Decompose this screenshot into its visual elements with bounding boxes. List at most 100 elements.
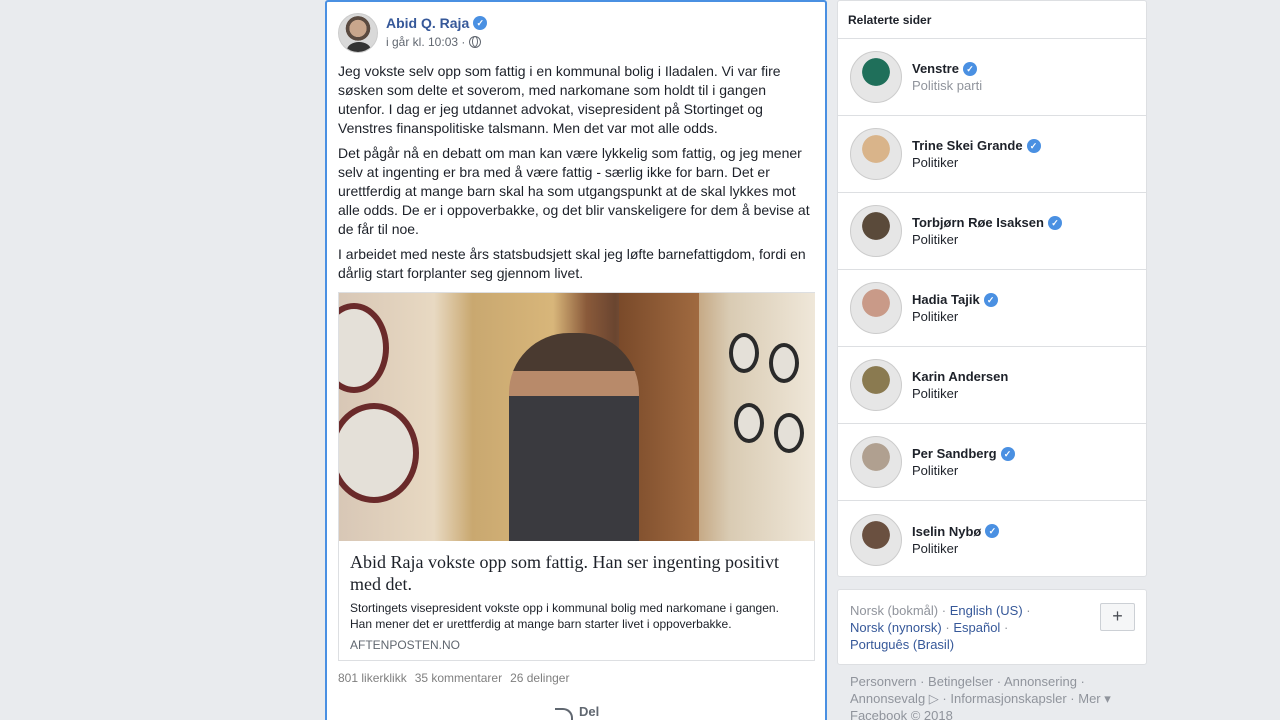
link-domain: AFTENPOSTEN.NO [350, 638, 461, 652]
footer-link[interactable]: Personvern [850, 674, 916, 689]
portrait-frame [774, 413, 804, 453]
related-page-category: Politiker [912, 540, 959, 556]
verified-badge-icon: ✓ [962, 61, 977, 76]
shares-count[interactable]: 26 delinger [510, 671, 569, 685]
related-page-name-row: Hadia Tajik ✓ [912, 291, 998, 308]
related-page-category: Politiker [912, 232, 959, 247]
related-page-item[interactable]: Karin Andersen Politiker [838, 347, 1146, 424]
footer-link[interactable]: Informasjonskapsler [950, 691, 1066, 706]
related-page-item[interactable]: Venstre ✓ Politisk parti [838, 39, 1146, 116]
related-page-item[interactable]: Hadia Tajik ✓ Politiker [838, 270, 1146, 347]
portrait-frame [734, 403, 764, 443]
post-timestamp-row: i går kl. 10:03 · [386, 35, 487, 49]
related-page-avatar[interactable] [850, 282, 902, 334]
likes-count[interactable]: 801 likerklikk [338, 671, 407, 685]
add-language-button[interactable]: + [1100, 603, 1135, 631]
related-page-text: Karin Andersen Politiker [912, 368, 1008, 402]
share-button[interactable]: Del [555, 704, 600, 720]
verified-badge-icon: ✓ [1047, 215, 1062, 230]
related-page-name-row: Trine Skei Grande ✓ [912, 137, 1041, 154]
language-link[interactable]: English (US) [950, 603, 1023, 618]
related-pages-panel: Relaterte sider Venstre ✓ Politisk parti Tr… [837, 0, 1147, 577]
footer-link[interactable]: Betingelser [928, 674, 993, 689]
related-page-text: Torbjørn Røe Isaksen ✓ Politiker [912, 214, 1062, 248]
related-page-text: Iselin Nybø ✓ Politiker [912, 523, 1000, 557]
related-page-item[interactable]: Torbjørn Røe Isaksen ✓ Politiker [838, 193, 1146, 270]
related-page-name[interactable]: Venstre [912, 60, 959, 77]
related-page-item[interactable]: Iselin Nybø ✓ Politiker [838, 501, 1146, 578]
verified-badge-icon: ✓ [985, 524, 1000, 538]
related-page-name-row: Torbjørn Røe Isaksen ✓ [912, 214, 1062, 231]
related-page-item[interactable]: Trine Skei Grande ✓ Politiker [838, 116, 1146, 193]
post-card: Abid Q. Raja ✓ i går kl. 10:03 · Jeg vok… [325, 0, 827, 720]
related-page-name[interactable]: Torbjørn Røe Isaksen [912, 214, 1044, 231]
globe-icon [469, 36, 482, 48]
related-page-name[interactable]: Iselin Nybø [912, 523, 981, 540]
language-link[interactable]: Norsk (nynorsk) [850, 620, 942, 635]
related-page-text: Per Sandberg ✓ Politiker [912, 445, 1015, 479]
link-description: Stortingets visepresident vokste opp i k… [350, 601, 779, 631]
related-page-avatar[interactable] [850, 205, 902, 257]
link-preview-image[interactable] [339, 293, 815, 541]
share-icon [555, 707, 573, 720]
portrait-frame [769, 343, 799, 383]
related-page-category: Politisk parti [912, 78, 983, 93]
author-avatar[interactable] [338, 13, 378, 53]
verified-badge-icon: ✓ [1000, 446, 1015, 461]
verified-badge-icon: ✓ [1026, 138, 1041, 153]
related-page-name-row: Iselin Nybø ✓ [912, 523, 1000, 540]
copyright: Facebook © 2018 [850, 708, 953, 720]
link-title[interactable]: Abid Raja vokste opp som fattig. Han ser… [350, 551, 803, 595]
footer-link[interactable]: Annonsering [1004, 674, 1077, 689]
related-pages-list: Venstre ✓ Politisk parti Trine Skei Grande ✓… [838, 39, 1146, 578]
link-preview-body: Abid Raja vokste opp som fattig. Han ser… [339, 541, 814, 660]
portrait-frame [339, 303, 389, 393]
share-label: Del [579, 704, 600, 719]
related-page-text: Venstre ✓ Politisk parti [912, 60, 982, 94]
related-page-category: Politiker [912, 386, 959, 401]
portrait-frame [729, 333, 759, 373]
related-page-name[interactable]: Hadia Tajik [912, 291, 980, 308]
verified-badge-icon: ✓ [473, 16, 488, 30]
related-page-item[interactable]: Per Sandberg ✓ Politiker [838, 424, 1146, 501]
post-timestamp[interactable]: i går kl. 10:03 · [386, 35, 465, 49]
related-page-name[interactable]: Karin Andersen [912, 368, 1008, 385]
related-page-avatar[interactable] [850, 513, 902, 566]
current-language: Norsk (bokmål) [850, 603, 939, 618]
related-page-name-row: Venstre ✓ [912, 60, 982, 77]
related-page-avatar[interactable] [850, 436, 902, 488]
related-page-name[interactable]: Trine Skei Grande [912, 137, 1023, 154]
comments-count[interactable]: 35 kommentarer [415, 671, 502, 685]
related-page-category: Politiker [912, 309, 959, 324]
related-page-text: Trine Skei Grande ✓ Politiker [912, 137, 1041, 171]
person-figure [509, 333, 639, 541]
footer-link[interactable]: Annonsevalg [850, 691, 925, 706]
related-page-avatar[interactable] [850, 51, 902, 103]
language-link[interactable]: Português (Brasil) [850, 637, 954, 652]
post-stats: 801 likerklikk 35 kommentarer 26 delinge… [338, 671, 569, 685]
post-paragraph: Det pågår nå en debatt om man kan være l… [338, 145, 810, 237]
link-preview[interactable]: Abid Raja vokste opp som fattig. Han ser… [338, 292, 815, 661]
post-header: Abid Q. Raja ✓ i går kl. 10:03 · [338, 13, 488, 53]
post-paragraph: Jeg vokste selv opp som fattig i en komm… [338, 63, 781, 136]
related-page-category: Politiker [912, 463, 959, 478]
related-page-text: Hadia Tajik ✓ Politiker [912, 291, 998, 325]
related-page-avatar[interactable] [850, 128, 902, 180]
related-page-avatar[interactable] [850, 359, 902, 411]
footer-link[interactable]: Mer [1078, 691, 1100, 706]
language-link[interactable]: Español [953, 620, 1000, 635]
related-page-name[interactable]: Per Sandberg [912, 445, 997, 462]
chevron-down-icon: ▾ [1104, 691, 1111, 706]
related-page-name-row: Per Sandberg ✓ [912, 445, 1015, 462]
author-name-row: Abid Q. Raja ✓ [386, 14, 488, 32]
post-paragraph: I arbeidet med neste års statsbudsjett s… [338, 246, 806, 281]
post-meta: Abid Q. Raja ✓ i går kl. 10:03 · [386, 13, 488, 53]
adchoices-icon: ▷ [928, 691, 939, 706]
portrait-frame [339, 403, 419, 503]
post-text: Jeg vokste selv opp som fattig i en komm… [338, 62, 816, 289]
author-name-link[interactable]: Abid Q. Raja [386, 14, 469, 32]
language-selector: Norsk (bokmål) · English (US) · Norsk (n… [837, 589, 1147, 665]
related-page-name-row: Karin Andersen [912, 368, 1008, 385]
related-page-category: Politiker [912, 155, 959, 170]
footer: Personvern · Betingelser · Annonsering ·… [850, 673, 1150, 720]
